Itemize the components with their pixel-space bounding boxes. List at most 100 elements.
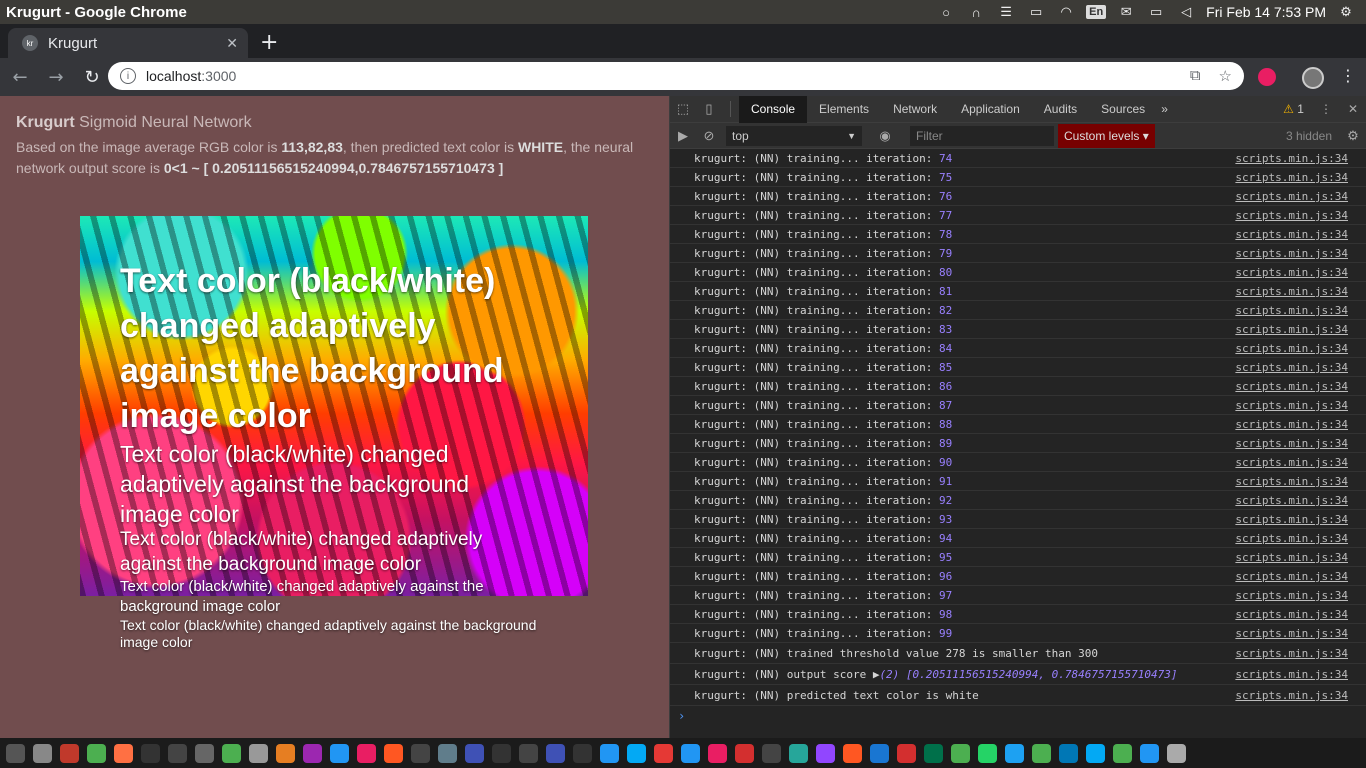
dock-app-icon[interactable] — [924, 743, 943, 763]
dock-app-icon[interactable] — [843, 743, 862, 763]
log-source-link[interactable]: scripts.min.js:34 — [1235, 339, 1348, 357]
warning-count[interactable]: ⚠ 1 — [1283, 102, 1304, 116]
site-info-icon[interactable]: i — [120, 68, 136, 84]
chrome-menu-icon[interactable]: ⋮ — [1340, 66, 1356, 85]
log-source-link[interactable]: scripts.min.js:34 — [1235, 664, 1348, 684]
dock-app-icon[interactable] — [492, 743, 511, 763]
log-source-link[interactable]: scripts.min.js:34 — [1235, 168, 1348, 186]
dock-app-icon[interactable] — [951, 743, 970, 763]
devtools-menu-icon[interactable]: ⋮ — [1320, 102, 1332, 116]
dock-app-icon[interactable] — [654, 743, 673, 763]
log-source-link[interactable]: scripts.min.js:34 — [1235, 358, 1348, 376]
dock-app-icon[interactable] — [519, 743, 538, 763]
dock-app-icon[interactable] — [708, 743, 727, 763]
bookmark-star-icon[interactable]: ☆ — [1219, 67, 1232, 85]
extension-icon[interactable] — [1258, 68, 1276, 86]
dock-app-icon[interactable] — [600, 743, 619, 763]
log-source-link[interactable]: scripts.min.js:34 — [1235, 453, 1348, 471]
dock-app-icon[interactable] — [573, 743, 592, 763]
log-source-link[interactable]: scripts.min.js:34 — [1235, 301, 1348, 319]
device-toolbar-icon[interactable]: ▯ — [696, 101, 722, 117]
dock-app-icon[interactable] — [978, 743, 997, 763]
log-source-link[interactable]: scripts.min.js:34 — [1235, 244, 1348, 262]
forward-button[interactable]: → — [40, 61, 72, 93]
dock-app-icon[interactable] — [195, 743, 214, 763]
tab-console[interactable]: Console — [739, 95, 808, 123]
power-gear-icon[interactable]: ⚙ — [1336, 4, 1356, 20]
dock-app-icon[interactable] — [1059, 743, 1078, 763]
console-settings-gear-icon[interactable]: ⚙ — [1340, 128, 1366, 144]
close-devtools-icon[interactable]: ✕ — [1348, 102, 1358, 116]
dock-app-icon[interactable] — [60, 743, 79, 763]
clock[interactable]: Fri Feb 14 7:53 PM — [1206, 4, 1326, 20]
wifi-icon[interactable]: ◠ — [1056, 4, 1076, 20]
lightbulb-icon[interactable]: ○ — [936, 4, 956, 20]
log-levels-dropdown[interactable]: Custom levels ▾ — [1058, 123, 1155, 148]
log-source-link[interactable]: scripts.min.js:34 — [1235, 225, 1348, 243]
keyboard-layout-indicator[interactable]: En — [1086, 5, 1107, 19]
dock-app-icon[interactable] — [384, 743, 403, 763]
log-source-link[interactable]: scripts.min.js:34 — [1235, 282, 1348, 300]
battery-icon[interactable]: ▭ — [1146, 4, 1166, 20]
console-prompt[interactable]: › — [670, 706, 1366, 726]
log-source-link[interactable]: scripts.min.js:34 — [1235, 187, 1348, 205]
dock-app-icon[interactable] — [681, 743, 700, 763]
log-source-link[interactable]: scripts.min.js:34 — [1235, 320, 1348, 338]
mail-icon[interactable]: ✉ — [1116, 4, 1136, 20]
dock-app-icon[interactable] — [168, 743, 187, 763]
headphones-icon[interactable]: ∩ — [966, 4, 986, 20]
dock-app-icon[interactable] — [303, 743, 322, 763]
new-tab-button[interactable]: + — [260, 30, 278, 55]
dock-app-icon[interactable] — [1005, 743, 1024, 763]
log-source-link[interactable]: scripts.min.js:34 — [1235, 396, 1348, 414]
dock-app-icon[interactable] — [330, 743, 349, 763]
dock-app-icon[interactable] — [276, 743, 295, 763]
close-tab-icon[interactable]: ✕ — [226, 35, 238, 52]
log-source-link[interactable]: scripts.min.js:34 — [1235, 586, 1348, 604]
dock-app-icon[interactable] — [789, 743, 808, 763]
log-source-link[interactable]: scripts.min.js:34 — [1235, 567, 1348, 585]
dock-app-icon[interactable] — [141, 743, 160, 763]
dock-app-icon[interactable] — [1113, 743, 1132, 763]
dock-app-icon[interactable] — [87, 743, 106, 763]
tab-network[interactable]: Network — [881, 96, 949, 123]
dock-app-icon[interactable] — [222, 743, 241, 763]
profile-avatar[interactable] — [1302, 67, 1324, 89]
open-external-icon[interactable]: ⧉ — [1190, 67, 1201, 85]
log-source-link[interactable]: scripts.min.js:34 — [1235, 685, 1348, 705]
dock-app-icon[interactable] — [816, 743, 835, 763]
dock-app-icon[interactable] — [438, 743, 457, 763]
dock-app-icon[interactable] — [114, 743, 133, 763]
log-source-link[interactable]: scripts.min.js:34 — [1235, 434, 1348, 452]
log-source-link[interactable]: scripts.min.js:34 — [1235, 605, 1348, 623]
log-source-link[interactable]: scripts.min.js:34 — [1235, 529, 1348, 547]
tab-sources[interactable]: Sources — [1089, 96, 1157, 123]
tab-application[interactable]: Application — [949, 96, 1032, 123]
volume-icon[interactable]: ◁ — [1176, 4, 1196, 20]
log-source-link[interactable]: scripts.min.js:34 — [1235, 472, 1348, 490]
dock-app-icon[interactable] — [870, 743, 889, 763]
context-selector[interactable]: top ▼ — [726, 125, 862, 146]
dock-app-icon[interactable] — [735, 743, 754, 763]
dock-app-icon[interactable] — [546, 743, 565, 763]
tab-elements[interactable]: Elements — [807, 96, 881, 123]
log-source-link[interactable]: scripts.min.js:34 — [1235, 510, 1348, 528]
dock-app-icon[interactable] — [1167, 743, 1186, 763]
log-source-link[interactable]: scripts.min.js:34 — [1235, 263, 1348, 281]
log-source-link[interactable]: scripts.min.js:34 — [1235, 491, 1348, 509]
dock-app-icon[interactable] — [249, 743, 268, 763]
log-source-link[interactable]: scripts.min.js:34 — [1235, 548, 1348, 566]
notes-icon[interactable]: ☰ — [996, 4, 1016, 20]
dock-app-icon[interactable] — [762, 743, 781, 763]
dock-app-icon[interactable] — [1032, 743, 1051, 763]
back-button[interactable]: ← — [4, 61, 36, 93]
inspect-element-icon[interactable]: ⬚ — [670, 101, 696, 117]
dock-app-icon[interactable] — [1140, 743, 1159, 763]
log-source-link[interactable]: scripts.min.js:34 — [1235, 206, 1348, 224]
tab-audits[interactable]: Audits — [1032, 96, 1089, 123]
dock-app-icon[interactable] — [357, 743, 376, 763]
clipboard-icon[interactable]: ▭ — [1026, 4, 1046, 20]
reload-button[interactable]: ↻ — [76, 61, 108, 93]
browser-tab-krugurt[interactable]: kr Krugurt ✕ — [8, 28, 248, 58]
sidebar-toggle-icon[interactable]: ▶ — [670, 128, 696, 144]
